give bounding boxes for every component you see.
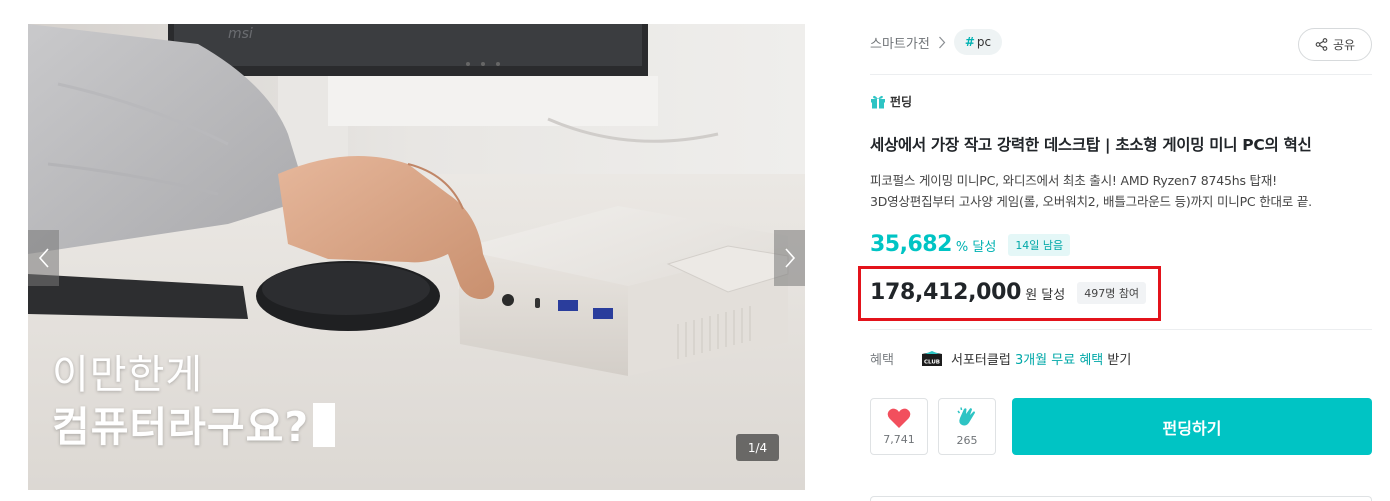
hashtag-label: pc xyxy=(976,35,992,49)
benefit-text-suffix: 받기 xyxy=(1103,353,1132,368)
share-label: 공유 xyxy=(1332,38,1356,52)
divider xyxy=(870,329,1372,330)
gallery-next-button[interactable] xyxy=(774,230,805,286)
description-line-2: 3D영상편집부터 고사양 게임(롤, 오버워치2, 배틀그라운드 등)까지 미니… xyxy=(870,194,1312,209)
benefit-link[interactable]: 3개월 무료 혜택 xyxy=(1015,353,1103,368)
chevron-left-icon xyxy=(38,248,49,268)
funded-amount-unit: 원 달성 xyxy=(1025,288,1066,303)
fund-button[interactable]: 펀딩하기 xyxy=(1012,398,1372,455)
cheer-button[interactable]: 265 xyxy=(938,398,996,455)
overlay-line-1: 이만한게 xyxy=(52,352,204,398)
project-title: 세상에서 가장 작고 강력한 데스크탑 | 초소형 게이밍 미니 PC의 혁신 xyxy=(870,136,1312,154)
project-type-label: 펀딩 xyxy=(890,95,913,109)
achievement-rate-value: 35,682 xyxy=(870,232,952,257)
like-count: 7,741 xyxy=(883,432,915,446)
like-button[interactable]: 7,741 xyxy=(870,398,928,455)
text-cursor-block xyxy=(313,403,336,447)
divider xyxy=(870,74,1372,75)
funded-amount-value: 178,412,000 xyxy=(870,280,1022,305)
image-counter: 1/4 xyxy=(736,434,779,461)
club-logo-text: CLUB xyxy=(924,359,940,365)
chevron-right-icon xyxy=(938,36,946,48)
days-left-badge: 14일 남음 xyxy=(1008,233,1071,256)
benefit-label: 혜택 xyxy=(870,353,894,368)
benefit-text-prefix: 서포터클럽 xyxy=(951,353,1015,368)
overlay-line-2: 컴퓨터라구요? xyxy=(52,403,310,451)
chevron-right-icon xyxy=(784,248,795,268)
achievement-rate: 35,682 % 달성 14일 남음 xyxy=(870,232,1071,257)
funded-amount: 178,412,000 원 달성 497명 참여 xyxy=(870,280,1147,305)
breadcrumb: 스마트가전 # pc xyxy=(870,29,1003,55)
project-description: 피코펄스 게이밍 미니PC, 와디즈에서 최초 출시! AMD Ryzen7 8… xyxy=(870,170,1372,212)
product-image-gallery[interactable]: msi 이만한게 컴퓨터라구요? 1/4 xyxy=(28,24,805,490)
project-type: 펀딩 xyxy=(870,93,912,110)
hash-icon: # xyxy=(964,35,975,49)
heart-icon xyxy=(887,408,911,428)
description-line-1: 피코펄스 게이밍 미니PC, 와디즈에서 최초 출시! AMD Ryzen7 8… xyxy=(870,173,1277,188)
project-info-panel: 스마트가전 # pc 공유 펀딩 세상에서 가장 작고 강력한 데스크탑 | 초소… xyxy=(858,0,1372,501)
gallery-overlay-caption: 이만한게 컴퓨터라구요? xyxy=(52,349,336,453)
benefit-text: 서포터클럽 3개월 무료 혜택 받기 xyxy=(951,349,1131,368)
participants-badge: 497명 참여 xyxy=(1077,281,1147,304)
gallery-prev-button[interactable] xyxy=(28,230,59,286)
next-section-box xyxy=(870,496,1372,501)
category-link[interactable]: 스마트가전 xyxy=(870,33,930,52)
club-logo-icon: CLUB xyxy=(922,350,942,366)
benefit-row: 혜택 CLUB 서포터클럽 3개월 무료 혜택 받기 xyxy=(870,349,1131,368)
cheer-count: 265 xyxy=(956,434,978,447)
share-icon xyxy=(1315,38,1328,51)
gift-icon xyxy=(871,95,885,109)
achievement-rate-unit: % 달성 xyxy=(955,240,997,255)
share-button[interactable]: 공유 xyxy=(1298,28,1372,61)
hashtag-chip[interactable]: # pc xyxy=(953,29,1003,55)
clap-hands-icon xyxy=(957,407,975,426)
svg-text:msi: msi xyxy=(228,26,253,42)
